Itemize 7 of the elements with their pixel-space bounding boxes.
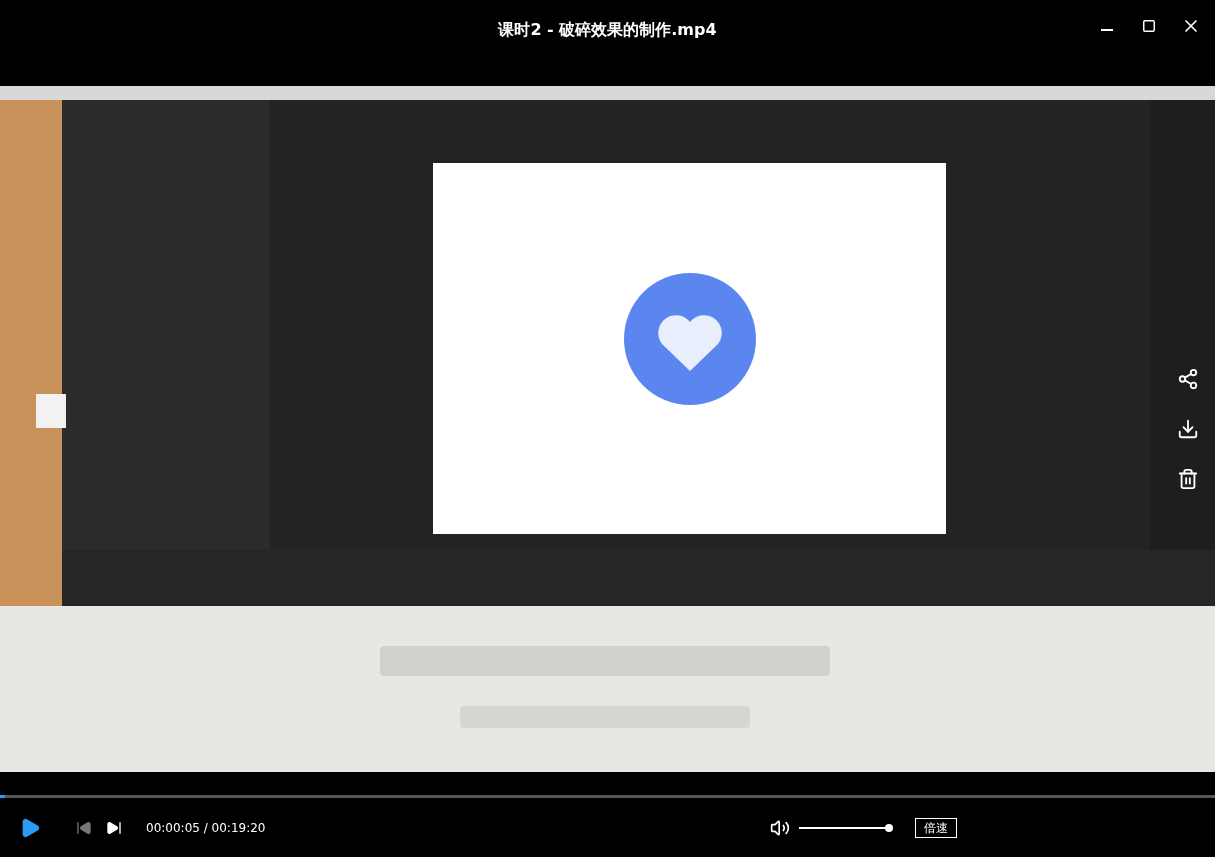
volume-thumb[interactable] bbox=[885, 823, 893, 832]
speed-button[interactable]: 倍速 bbox=[915, 817, 957, 838]
window-title: 课时2 - 破碎效果的制作.mp4 bbox=[498, 19, 717, 41]
progress-track[interactable] bbox=[0, 795, 1215, 798]
maximize-icon bbox=[1142, 19, 1156, 33]
time-display: 00:00:05 / 00:19:20 bbox=[146, 819, 266, 837]
minimize-icon bbox=[1101, 29, 1113, 31]
